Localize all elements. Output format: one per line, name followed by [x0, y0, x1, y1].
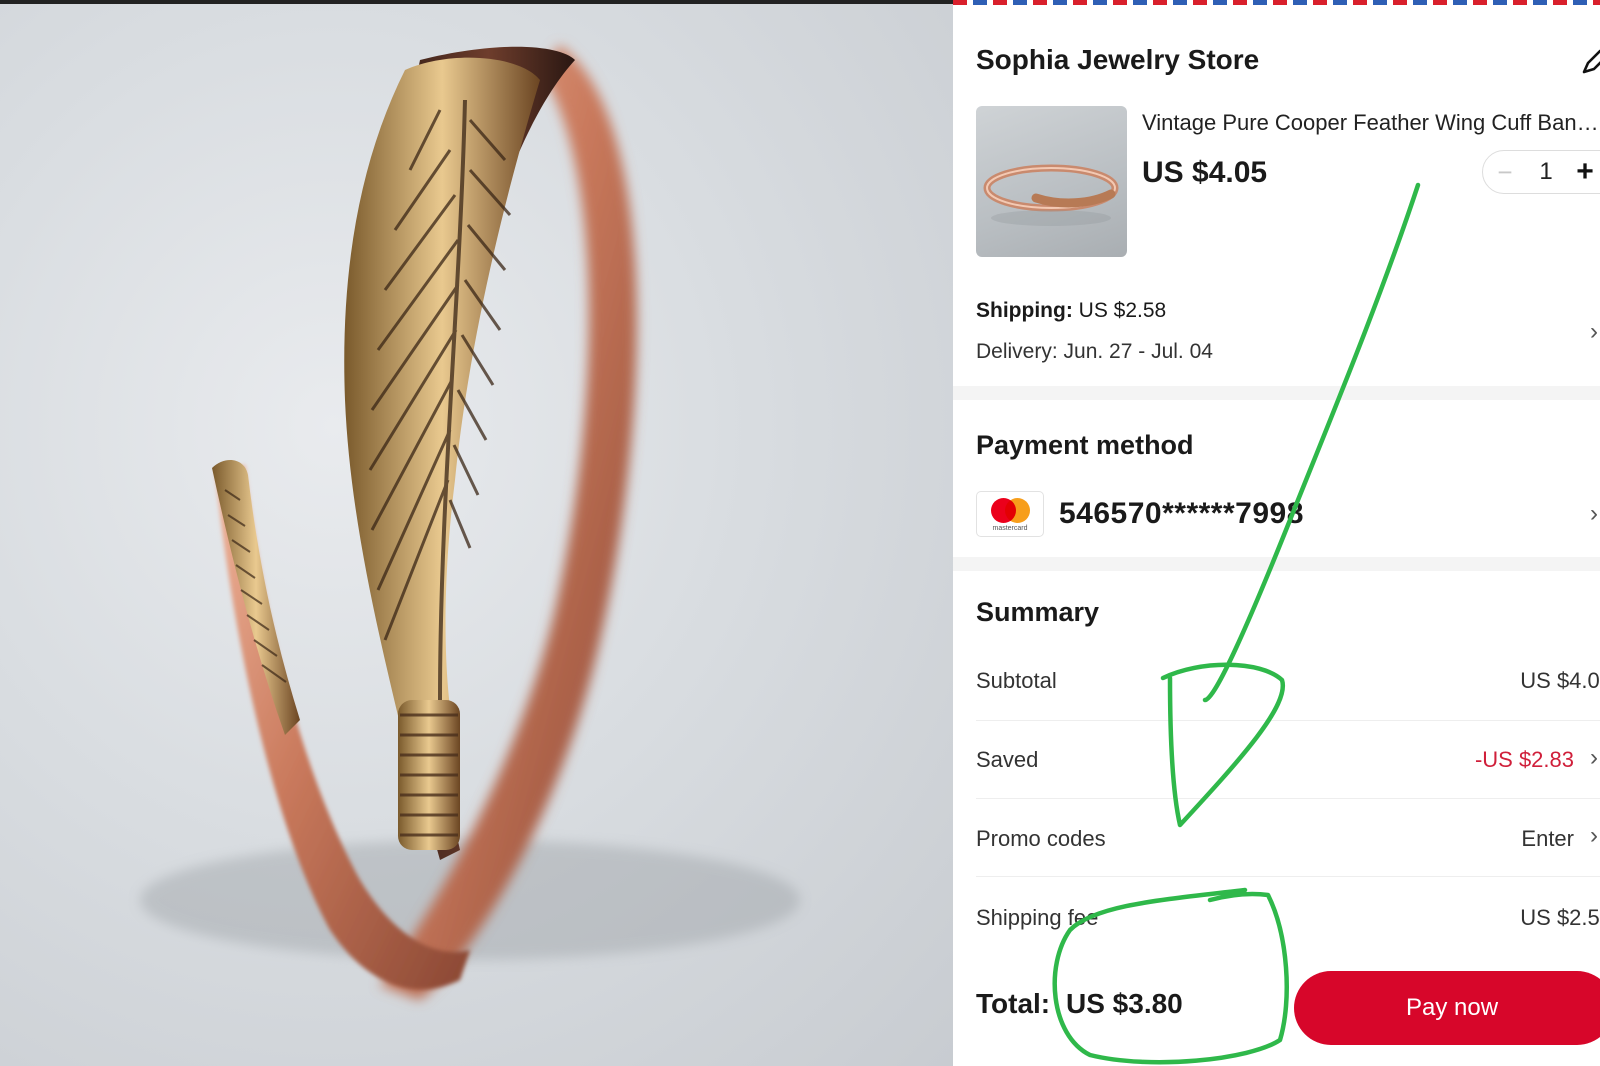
product-title[interactable]: Vintage Pure Cooper Feather Wing Cuff Ba…	[1142, 110, 1600, 136]
summary-title: Summary	[976, 597, 1100, 627]
chevron-right-icon[interactable]: ›	[1590, 744, 1598, 772]
promo-codes-label: Promo codes	[976, 826, 1106, 851]
chevron-right-icon[interactable]: ›	[1590, 318, 1598, 346]
product-photo	[0, 0, 953, 1066]
section-divider	[953, 386, 1600, 400]
delivery-estimate: Delivery: Jun. 27 - Jul. 04	[976, 340, 1213, 363]
increase-quantity-button[interactable]: +	[1565, 155, 1600, 189]
chevron-right-icon[interactable]: ›	[1590, 500, 1598, 528]
product-price: US $4.05	[1142, 156, 1268, 189]
product-thumbnail[interactable]	[976, 106, 1127, 257]
subtotal-label: Subtotal	[976, 668, 1057, 693]
shipping-fee-value: US $2.58	[1520, 905, 1600, 930]
saved-value[interactable]: -US $2.83	[1475, 747, 1574, 773]
pay-now-button[interactable]: Pay now	[1294, 971, 1600, 1045]
chevron-right-icon[interactable]: ›	[1590, 822, 1598, 850]
card-brand-text: mastercard	[992, 525, 1028, 532]
pencil-icon[interactable]	[1580, 48, 1600, 78]
row-divider	[976, 798, 1600, 799]
decrease-quantity-button[interactable]: −	[1483, 157, 1527, 188]
total-value: US $3.80	[1066, 988, 1183, 1019]
section-divider	[953, 557, 1600, 571]
row-divider	[976, 876, 1600, 877]
thumbnail-bangle-image	[983, 164, 1119, 226]
card-number[interactable]: 546570******7998	[1059, 497, 1304, 531]
shipping-label: Shipping:	[976, 299, 1073, 322]
bangle-illustration	[140, 45, 800, 1000]
saved-label: Saved	[976, 747, 1039, 772]
shipping-value: US $2.58	[1078, 299, 1167, 322]
checkout-panel: Sophia Jewelry Store Vintage Pure Cooper…	[953, 0, 1600, 1066]
promo-code-enter[interactable]: Enter	[1521, 826, 1574, 852]
store-name: Sophia Jewelry Store	[976, 44, 1260, 75]
shipping-fee-label: Shipping fee	[976, 905, 1099, 930]
quantity-value[interactable]: 1	[1527, 158, 1565, 186]
total-label: Total:	[976, 988, 1051, 1019]
shipping-info[interactable]: Shipping: US $2.58	[976, 299, 1166, 323]
quantity-stepper: − 1 +	[1482, 150, 1600, 194]
airmail-border	[953, 0, 1600, 5]
payment-method-title: Payment method	[976, 430, 1194, 460]
mastercard-icon: mastercard	[976, 491, 1044, 537]
subtotal-value: US $4.05	[1520, 668, 1600, 693]
row-divider	[976, 720, 1600, 721]
